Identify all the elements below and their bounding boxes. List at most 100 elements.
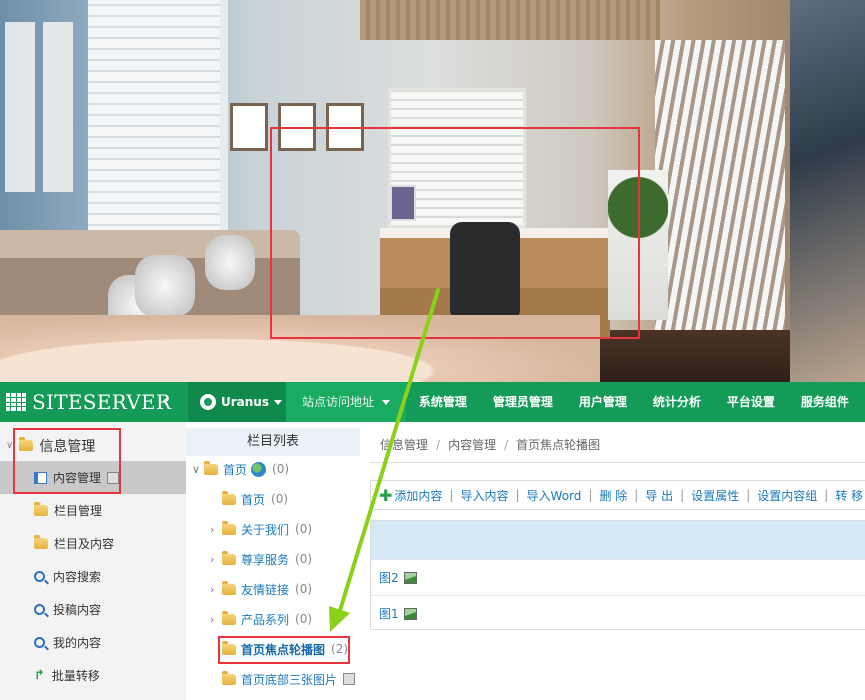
export-button[interactable]: 导 出 <box>645 487 673 504</box>
folder-icon <box>34 502 48 516</box>
sidebar-item-columns-content[interactable]: 栏目及内容 <box>0 527 186 560</box>
chevron-left-icon[interactable]: ‹ <box>162 391 169 411</box>
folder-icon <box>34 535 48 549</box>
content-toolbar: ✚ 添加内容 | 导入内容 | 导入Word | 删 除 | 导 出 | 设置属… <box>370 480 865 510</box>
tree-node-label: 友情链接 <box>241 582 290 597</box>
toolbar-divider: | <box>449 488 454 502</box>
toolbar-divider: | <box>634 488 639 502</box>
sidebar-item-submissions[interactable]: 投稿内容 <box>0 593 186 626</box>
grid-logo-icon <box>6 393 26 411</box>
add-content-button[interactable]: 添加内容 <box>394 487 442 504</box>
photo-lattice-partition <box>655 40 785 340</box>
folder-icon <box>222 670 236 685</box>
tree-node[interactable]: 首页底部三张图片 <box>222 664 356 694</box>
brand-logo[interactable]: SITESERVER <box>6 382 171 422</box>
breadcrumb-item[interactable]: 内容管理 <box>448 436 496 453</box>
tree-node-count: (0) <box>295 612 313 626</box>
photo-ceiling-slats <box>360 0 660 40</box>
tree-node[interactable]: › 友情链接 (0) <box>210 574 312 604</box>
folder-icon <box>222 550 236 565</box>
tree-node-label: 产品系列 <box>241 612 290 627</box>
toolbar-divider: | <box>824 488 829 502</box>
search-icon <box>34 604 45 615</box>
photo-pillow <box>205 235 255 290</box>
set-attributes-button[interactable]: 设置属性 <box>691 487 739 504</box>
tree-node[interactable]: 首页 (0) <box>222 484 288 514</box>
photo-pillow <box>135 255 195 317</box>
main-content: 信息管理 / 内容管理 / 首页焦点轮播图 ✚ 添加内容 | 导入内容 | 导入… <box>360 422 865 700</box>
chevron-right-icon[interactable]: › <box>210 583 222 596</box>
sidebar-item-label: 栏目管理 <box>54 504 103 518</box>
tree-node[interactable]: › 尊享服务 (0) <box>210 544 312 574</box>
transfer-button[interactable]: 转 移 <box>835 487 863 504</box>
tree-node-label: 首页底部三张图片 <box>241 672 338 687</box>
sidebar-item-my-content[interactable]: 我的内容 <box>0 626 186 659</box>
tree-node-root[interactable]: ∨ 首页 (0) <box>192 454 289 484</box>
sidebar-item-label: 投稿内容 <box>53 603 102 617</box>
import-word-button[interactable]: 导入Word <box>527 487 582 504</box>
annotation-box-tree-node <box>218 636 350 664</box>
caret-down-icon <box>381 400 390 405</box>
column-tree-header: 栏目列表 <box>186 428 360 456</box>
bedroom-photo <box>0 0 865 382</box>
search-icon <box>34 571 45 582</box>
tree-node-count: (0) <box>271 492 289 506</box>
sidebar-item-batch-transfer[interactable]: ↱ 批量转移 <box>0 659 186 692</box>
sidebar-item-search[interactable]: 内容搜索 <box>0 560 186 593</box>
breadcrumb-item-current: 首页焦点轮播图 <box>516 438 601 452</box>
chevron-right-icon[interactable]: › <box>210 523 222 536</box>
content-title-link[interactable]: 图2 <box>379 569 399 586</box>
globe-icon <box>200 394 216 410</box>
toolbar-divider: | <box>588 488 593 502</box>
arrow-icon: ↱ <box>34 668 45 683</box>
content-title-link[interactable]: 图1 <box>379 605 399 622</box>
top-navigation-bar: SITESERVER ‹ Uranus 站点访问地址 系统管理 管理员管理 用户… <box>0 382 865 422</box>
site-switcher-dropdown[interactable]: Uranus <box>188 382 286 422</box>
content-table: 图2 图1 <box>370 520 865 630</box>
tree-node[interactable]: › 产品系列 (0) <box>210 604 312 634</box>
breadcrumb-separator: / <box>504 437 509 452</box>
breadcrumb-divider <box>370 462 865 463</box>
menu-platform[interactable]: 平台设置 <box>714 382 788 422</box>
globe-icon <box>251 461 267 477</box>
photo-highlight-box <box>270 127 640 339</box>
menu-users[interactable]: 用户管理 <box>566 382 640 422</box>
folder-icon <box>204 460 218 475</box>
tree-node[interactable]: › 关于我们 (0) <box>210 514 312 544</box>
delete-button[interactable]: 删 除 <box>599 487 627 504</box>
copy-icon[interactable] <box>343 673 356 685</box>
tree-node-label: 尊享服务 <box>241 552 290 567</box>
menu-services[interactable]: 服务组件 <box>788 382 862 422</box>
caret-down-icon <box>274 399 282 405</box>
toolbar-divider: | <box>746 488 751 502</box>
chevron-down-icon[interactable]: ∨ <box>192 463 204 476</box>
import-content-button[interactable]: 导入内容 <box>460 487 508 504</box>
set-content-group-button[interactable]: 设置内容组 <box>757 487 817 504</box>
chevron-right-icon[interactable]: › <box>210 553 222 566</box>
tree-node-count: (0) <box>272 462 290 476</box>
breadcrumb-separator: / <box>436 437 441 452</box>
toolbar-divider: | <box>680 488 685 502</box>
screenshot-root: SITESERVER ‹ Uranus 站点访问地址 系统管理 管理员管理 用户… <box>0 0 865 700</box>
breadcrumb-item[interactable]: 信息管理 <box>380 436 428 453</box>
brand-name: SITESERVER <box>32 390 172 414</box>
tree-node-count: (0) <box>295 552 313 566</box>
menu-admins[interactable]: 管理员管理 <box>480 382 566 422</box>
menu-system[interactable]: 系统管理 <box>406 382 480 422</box>
folder-icon <box>222 520 236 535</box>
plus-icon: ✚ <box>379 485 393 505</box>
sidebar-item-columns[interactable]: 栏目管理 <box>0 494 186 527</box>
search-icon <box>34 637 45 648</box>
sidebar-item-label: 我的内容 <box>53 636 102 650</box>
menu-analytics[interactable]: 统计分析 <box>640 382 714 422</box>
toolbar-divider: | <box>515 488 520 502</box>
folder-icon <box>222 490 236 505</box>
photo-left-wall-frames <box>5 22 80 192</box>
main-menu: 站点访问地址 系统管理 管理员管理 用户管理 统计分析 平台设置 服务组件 <box>286 382 862 422</box>
tree-node-label: 关于我们 <box>241 522 290 537</box>
menu-site-url[interactable]: 站点访问地址 <box>286 382 406 422</box>
breadcrumb: 信息管理 / 内容管理 / 首页焦点轮播图 <box>380 436 600 453</box>
folder-icon <box>222 580 236 595</box>
tree-node-label: 首页 <box>223 462 248 477</box>
chevron-right-icon[interactable]: › <box>210 613 222 626</box>
